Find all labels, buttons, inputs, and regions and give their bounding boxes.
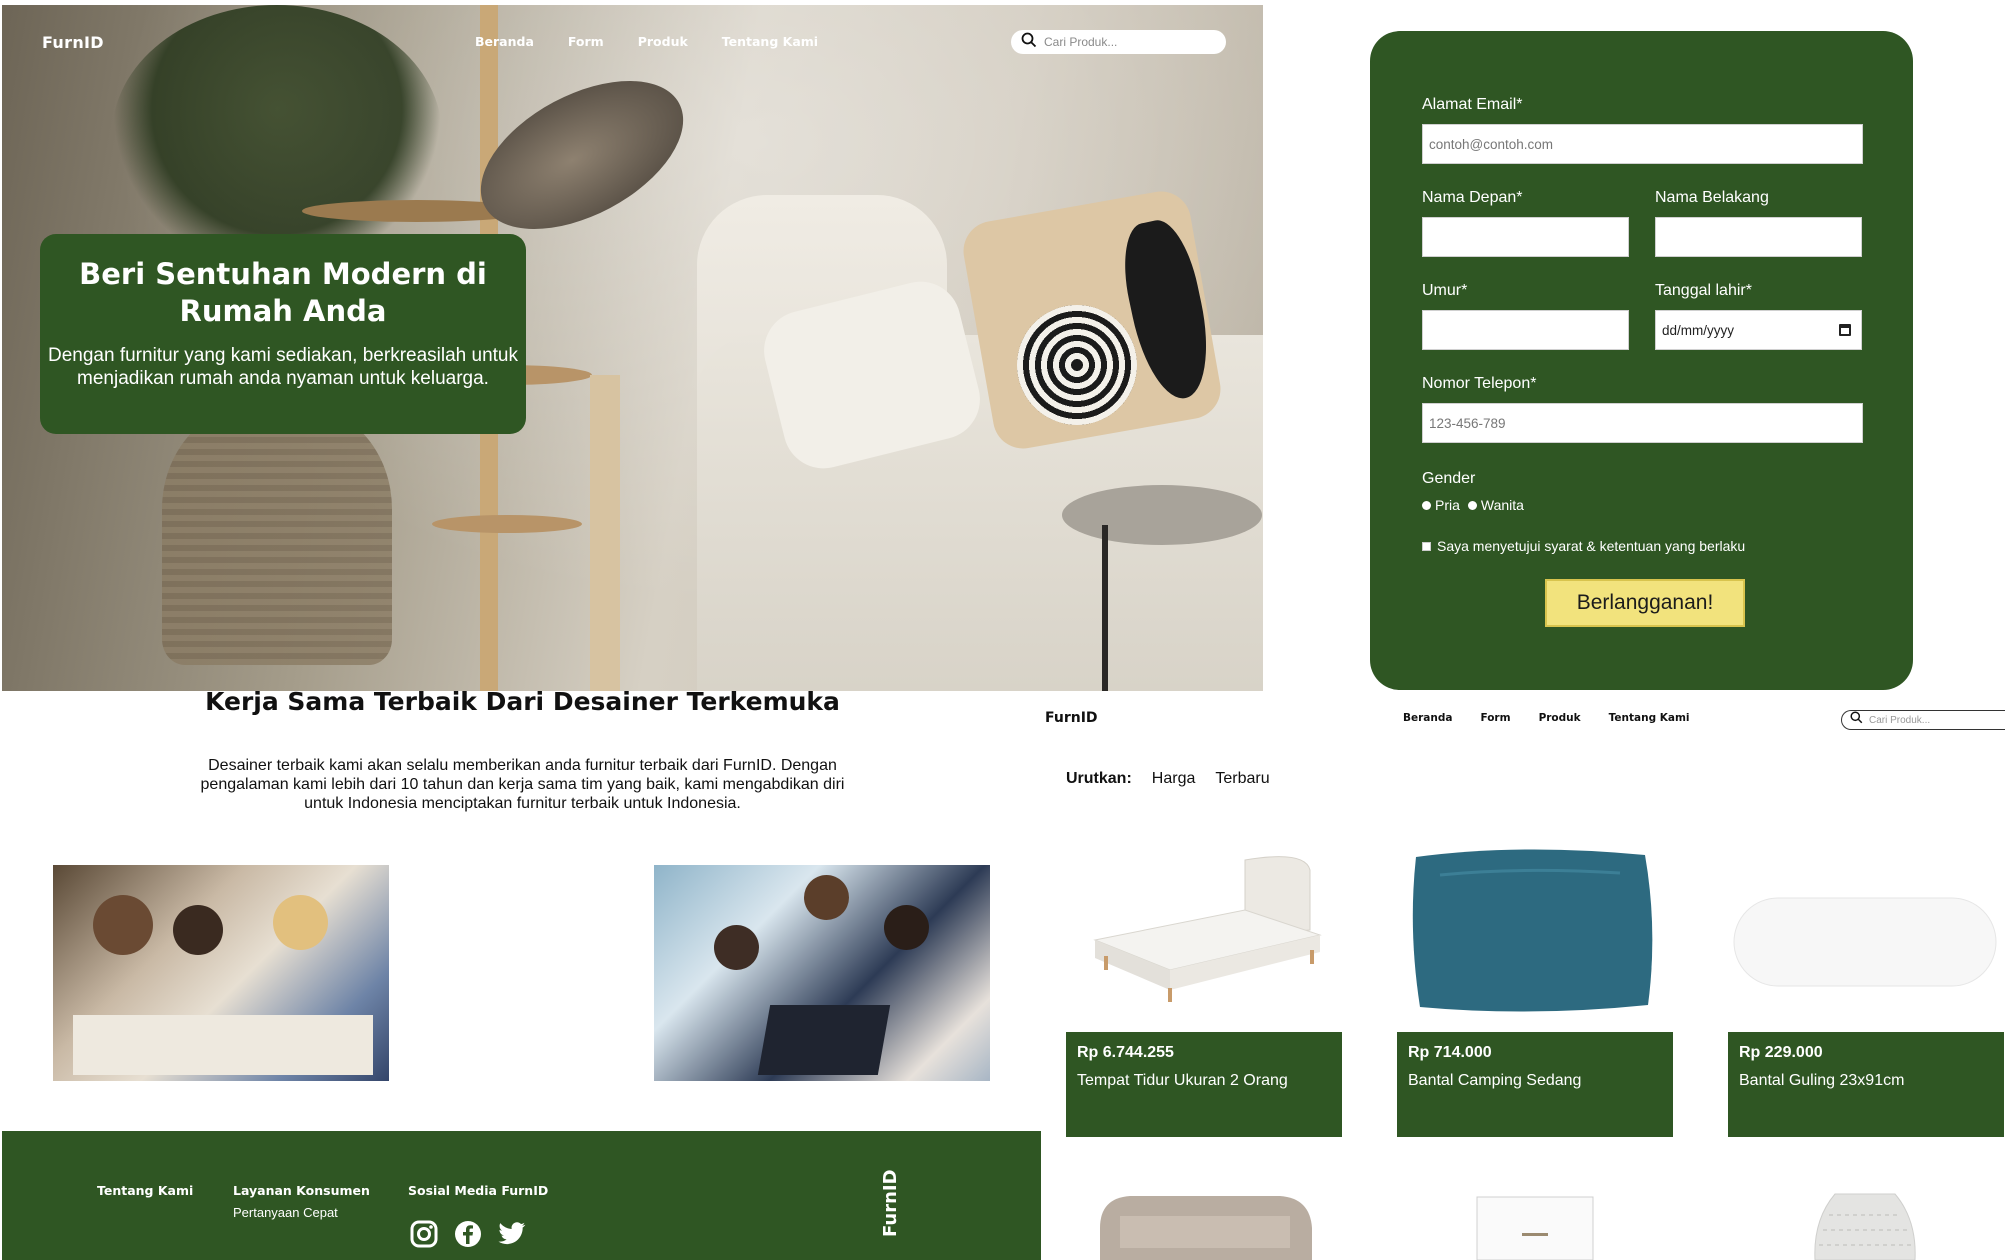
- subscribe-button[interactable]: Berlangganan!: [1545, 579, 1745, 627]
- age-label: Umur*: [1422, 282, 1468, 299]
- drawer-product-image[interactable]: [1475, 1195, 1595, 1260]
- footer-faq-link[interactable]: Pertanyaan Cepat: [233, 1205, 338, 1220]
- product-price: Rp 229.000: [1739, 1044, 1823, 1061]
- radio-wanita[interactable]: [1467, 500, 1477, 510]
- designers-title: Kerja Sama Terbaik Dari Desainer Terkemu…: [205, 687, 840, 716]
- products-brand-logo[interactable]: FurnID: [1045, 710, 1098, 726]
- gender-options: Pria Wanita: [1422, 497, 1524, 513]
- phone-label: Nomor Telepon*: [1422, 375, 1537, 392]
- hero-card: Beri Sentuhan Modern di Rumah Anda Denga…: [40, 234, 526, 434]
- email-placeholder: contoh@contoh.com: [1429, 136, 1554, 152]
- terms-label: Saya menyetujui syarat & ketentuan yang …: [1437, 538, 1746, 554]
- nav-beranda[interactable]: Beranda: [475, 34, 534, 49]
- product-card[interactable]: Rp 714.000 Bantal Camping Sedang: [1397, 1032, 1673, 1137]
- nav-produk[interactable]: Produk: [638, 34, 688, 49]
- search-icon: [1021, 32, 1037, 53]
- footer-service-heading: Layanan Konsumen: [233, 1183, 370, 1198]
- side-table: [1062, 485, 1262, 545]
- pillow-spiral: [1017, 305, 1137, 425]
- email-label: Alamat Email*: [1422, 96, 1523, 113]
- age-field[interactable]: [1422, 310, 1629, 350]
- product-name: Tempat Tidur Ukuran 2 Orang: [1077, 1072, 1288, 1089]
- nav-form[interactable]: Form: [568, 34, 604, 49]
- sort-terbaru[interactable]: Terbaru: [1215, 770, 1269, 788]
- basket-decoration: [162, 405, 392, 665]
- nav-tentang-kami[interactable]: Tentang Kami: [722, 34, 818, 49]
- side-table-leg: [1102, 525, 1108, 691]
- calendar-icon[interactable]: [1839, 324, 1851, 336]
- sort-bar: Urutkan: Harga Terbaru: [1066, 770, 1270, 788]
- sofa-product-image[interactable]: [1090, 1188, 1360, 1260]
- products-search-input[interactable]: Cari Produk...: [1841, 710, 2005, 730]
- last-name-field[interactable]: [1655, 217, 1862, 257]
- terms-checkbox[interactable]: [1422, 541, 1431, 551]
- designers-photo-highfive: [654, 865, 990, 1081]
- nav-form[interactable]: Form: [1480, 712, 1510, 724]
- nav-produk[interactable]: Produk: [1539, 712, 1581, 724]
- sort-label: Urutkan:: [1066, 770, 1132, 787]
- designers-description: Desainer terbaik kami akan selalu member…: [200, 757, 845, 812]
- search-icon: [1850, 711, 1863, 729]
- nav-links: Beranda Form Produk Tentang Kami: [475, 34, 818, 49]
- hero-text: Dengan furnitur yang kami sediakan, berk…: [48, 345, 518, 389]
- product-price: Rp 6.744.255: [1077, 1044, 1174, 1061]
- footer: Tentang Kami Layanan Konsumen Pertanyaan…: [2, 1131, 1041, 1260]
- birth-date-field[interactable]: dd/mm/yyyy: [1655, 310, 1862, 350]
- vase-product-image[interactable]: [1805, 1190, 1925, 1260]
- nav-beranda[interactable]: Beranda: [1403, 712, 1452, 724]
- footer-logo: FurnID: [880, 1169, 901, 1237]
- cat-tree-platform: [432, 515, 582, 533]
- radio-pria[interactable]: [1422, 500, 1431, 510]
- facebook-icon[interactable]: [454, 1220, 482, 1248]
- product-name: Bantal Guling 23x91cm: [1739, 1072, 1905, 1089]
- nav-tentang-kami[interactable]: Tentang Kami: [1609, 712, 1690, 724]
- phone-placeholder: 123-456-789: [1429, 415, 1506, 431]
- footer-social-heading: Sosial Media FurnID: [408, 1183, 549, 1198]
- first-name-field[interactable]: [1422, 217, 1629, 257]
- hero-navbar: FurnID Beranda Form Produk Tentang Kami …: [2, 5, 1263, 75]
- product-card[interactable]: Rp 229.000 Bantal Guling 23x91cm: [1728, 1032, 2004, 1137]
- birth-label: Tanggal lahir*: [1655, 282, 1752, 299]
- products-navbar: FurnID Beranda Form Produk Tentang Kami …: [1045, 700, 2005, 740]
- first-name-label: Nama Depan*: [1422, 189, 1523, 206]
- cat-scratch-post: [590, 375, 620, 691]
- sort-harga[interactable]: Harga: [1152, 770, 1196, 788]
- phone-field[interactable]: 123-456-789: [1422, 403, 1863, 443]
- products-nav-links: Beranda Form Produk Tentang Kami: [1403, 712, 1690, 724]
- twitter-icon[interactable]: [498, 1220, 526, 1248]
- radio-pria-label: Pria: [1435, 497, 1460, 513]
- bed-image[interactable]: [1070, 840, 1340, 1015]
- terms-row: Saya menyetujui syarat & ketentuan yang …: [1422, 538, 1745, 554]
- designers-photo-team: [53, 865, 389, 1081]
- social-icons: [410, 1220, 526, 1248]
- search-placeholder: Cari Produk...: [1869, 714, 1931, 726]
- product-price: Rp 714.000: [1408, 1044, 1492, 1061]
- footer-about-link[interactable]: Tentang Kami: [97, 1183, 193, 1198]
- last-name-label: Nama Belakang: [1655, 189, 1769, 206]
- gender-label: Gender: [1422, 470, 1476, 487]
- hero-title: Beri Sentuhan Modern di Rumah Anda: [79, 257, 487, 328]
- subscribe-form: Alamat Email* contoh@contoh.com Nama Dep…: [1370, 31, 1913, 690]
- bolster-image[interactable]: [1730, 880, 2000, 1055]
- brand-logo[interactable]: FurnID: [42, 33, 104, 52]
- hero-section: FurnID Beranda Form Produk Tentang Kami …: [2, 5, 1263, 691]
- email-field[interactable]: contoh@contoh.com: [1422, 124, 1863, 164]
- product-card[interactable]: Rp 6.744.255 Tempat Tidur Ukuran 2 Orang: [1066, 1032, 1342, 1137]
- radio-wanita-label: Wanita: [1480, 497, 1524, 513]
- birth-placeholder: dd/mm/yyyy: [1662, 322, 1735, 338]
- product-name: Bantal Camping Sedang: [1408, 1072, 1582, 1089]
- search-input[interactable]: Cari Produk...: [1011, 30, 1226, 54]
- pillow-image[interactable]: [1400, 845, 1670, 1020]
- search-placeholder: Cari Produk...: [1044, 35, 1118, 49]
- instagram-icon[interactable]: [410, 1220, 438, 1248]
